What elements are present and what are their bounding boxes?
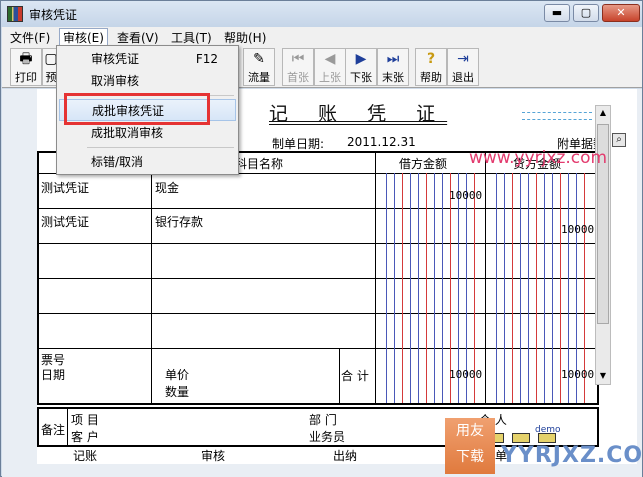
minimize-button[interactable]: ▬ [544, 4, 570, 22]
divider [522, 119, 592, 120]
app-icon [7, 6, 23, 22]
project-label: 项 目 [71, 413, 99, 427]
prev-button[interactable]: ◀ 上张 [314, 48, 346, 86]
menu-item-label: 标错/取消 [91, 155, 144, 169]
next-label: 下张 [350, 71, 372, 84]
header-subject: 科目名称 [235, 157, 284, 171]
cashier-label: 出纳 [333, 449, 358, 463]
first-label: 首张 [287, 71, 309, 84]
date-label: 制单日期: [272, 137, 325, 151]
total-label: 合 计 [341, 369, 369, 383]
help-label: 帮助 [420, 71, 442, 84]
help-icon: ? [426, 51, 436, 67]
grid-icon[interactable] [538, 433, 556, 443]
menu-item-mark-error[interactable]: 标错/取消 [59, 151, 236, 173]
window-title: 审核凭证 [29, 8, 78, 22]
row2-summary[interactable]: 测试凭证 [41, 213, 89, 230]
title-bar: 审核凭证 ▬ ▢ ✕ [1, 1, 642, 27]
flow-label: 流量 [248, 71, 270, 84]
help-button[interactable]: ? 帮助 [415, 48, 447, 86]
customer-label: 客 户 [71, 430, 99, 444]
menu-file[interactable]: 文件(F) [6, 28, 54, 47]
row1-debit[interactable]: 10000 [449, 189, 482, 202]
search-icon[interactable]: ⌕ [612, 133, 626, 147]
total-debit: 10000 [449, 368, 483, 381]
watermark-site-2: YYRJXZ.COM [501, 443, 643, 468]
menu-item-label: 取消审核 [91, 74, 140, 88]
quantity-label: 数量 [165, 385, 190, 399]
watermark-badge: 用友 下载 [445, 418, 495, 474]
menu-item-cancel-audit[interactable]: 取消审核 [59, 70, 236, 92]
print-button[interactable]: 🖶 打印 [10, 48, 42, 86]
voucher-date: 2011.12.31 [347, 135, 416, 149]
print-label: 打印 [15, 71, 37, 84]
vertical-scrollbar[interactable]: ▲ ▼ [595, 105, 611, 385]
exit-label: 退出 [452, 71, 474, 84]
pen-icon: ✎ [253, 51, 265, 67]
watermark-site: www.yyrjxz.com [469, 148, 608, 168]
voucher-title: 记 账 凭 证 [269, 103, 448, 125]
shortcut-label: F12 [195, 52, 218, 66]
header-debit: 借方金额 [399, 157, 448, 171]
remarks-label: 备注 [41, 423, 66, 437]
last-button[interactable]: ⏭ 末张 [377, 48, 409, 86]
scroll-up-icon[interactable]: ▲ [597, 107, 609, 119]
last-icon: ⏭ [386, 51, 400, 67]
prev-icon: ◀ [324, 51, 336, 67]
total-credit: 10000 [561, 368, 595, 381]
row1-subject[interactable]: 现金 [155, 179, 179, 196]
exit-icon: ⇥ [457, 51, 469, 67]
next-icon: ▶ [355, 51, 367, 67]
row2-credit[interactable]: 10000 [561, 223, 594, 236]
highlight-box [64, 93, 210, 125]
voucher-no-field[interactable] [522, 99, 592, 113]
menu-bar: 文件(F) 审核(E) 查看(V) 工具(T) 帮助(H) [2, 27, 642, 46]
first-icon: ⏮ [291, 51, 305, 67]
prev-label: 上张 [319, 71, 341, 84]
card-icon[interactable] [512, 433, 530, 443]
auditor-label: 审核 [201, 449, 226, 463]
last-label: 末张 [382, 71, 404, 84]
flow-button[interactable]: ✎ 流量 [243, 48, 275, 86]
printer-icon: 🖶 [19, 51, 33, 67]
maximize-button[interactable]: ▢ [573, 4, 599, 22]
menu-item-label: 成批取消审核 [91, 126, 164, 140]
scroll-down-icon[interactable]: ▼ [597, 370, 609, 382]
voucher-grid: 科目名称 借方金额 贷方金额 测试凭证 现金 10000 测试凭证 银行存款 1… [37, 151, 599, 405]
menu-audit[interactable]: 审核(E) [59, 28, 108, 46]
unit-price-label: 单价 [165, 368, 190, 382]
menu-item-label: 审核凭证 [91, 52, 140, 66]
app-window: 审核凭证 ▬ ▢ ✕ 文件(F) 审核(E) 查看(V) 工具(T) 帮助(H)… [0, 0, 643, 477]
department-label: 部 门 [309, 413, 337, 427]
exit-button[interactable]: ⇥ 退出 [447, 48, 479, 86]
close-button[interactable]: ✕ [602, 4, 640, 22]
row2-subject[interactable]: 银行存款 [155, 213, 203, 230]
first-button[interactable]: ⏮ 首张 [282, 48, 314, 86]
row1-summary[interactable]: 测试凭证 [41, 179, 89, 196]
menu-item-audit-voucher[interactable]: 审核凭证 F12 [59, 48, 236, 70]
date-field-label: 日期 [41, 368, 66, 382]
menu-item-batch-cancel-audit[interactable]: 成批取消审核 [59, 122, 236, 144]
next-button[interactable]: ▶ 下张 [345, 48, 377, 86]
salesperson-label: 业务员 [309, 430, 346, 444]
bookkeeper-label: 记账 [73, 449, 98, 463]
